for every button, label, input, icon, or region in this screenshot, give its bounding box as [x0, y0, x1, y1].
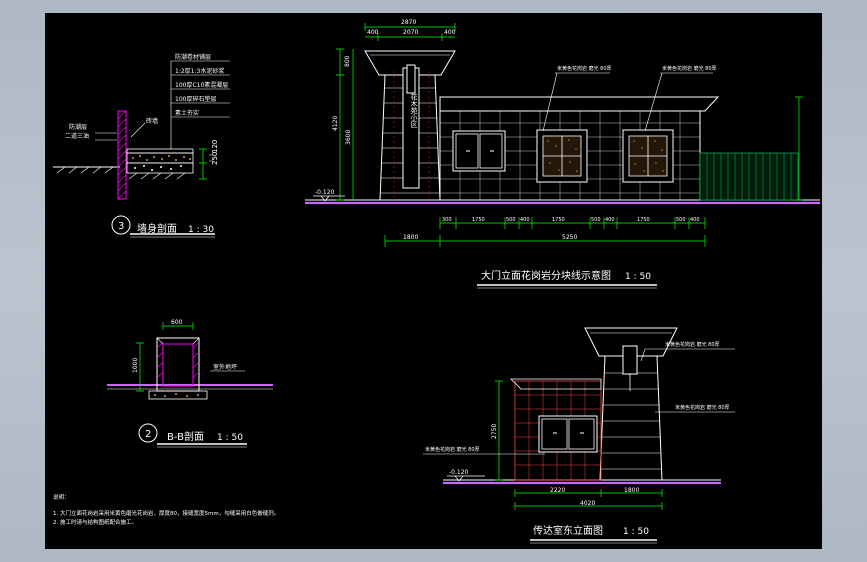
guard-elevation-title: 传达室东立面图 [533, 524, 603, 537]
guard-elevation-drawing [423, 327, 735, 544]
gate-elevation-drawing [305, 23, 820, 289]
gate-bottom-dim: 400 [520, 217, 530, 223]
guard-callout: 米黄色花岗岩 磨光 80厚 [675, 404, 730, 411]
gate-top-dim: 400 [444, 29, 456, 36]
bb-section-number: 2 [145, 429, 151, 440]
gate-dim-total: 5250 [562, 234, 577, 241]
wall-layer-label: 1:2厚1:3水泥砂浆 [175, 67, 224, 75]
guard-level: -0.120 [449, 469, 469, 476]
cad-drawing-canvas: 防潮卷材铺层 1:2厚1:3水泥砂浆 100厚C10素混凝层 100厚碎石垫层 … [45, 13, 822, 549]
bb-label: 室外地坪 [213, 363, 237, 371]
gate-vertical-text: 花木苑小区 [410, 92, 418, 128]
wall-section-scale: 1 : 30 [188, 225, 214, 235]
guard-callout: 米黄色花岗岩 磨光 80厚 [665, 341, 720, 348]
wall-note: 砖墙 [146, 117, 158, 125]
gate-bottom-dim: 400 [605, 217, 615, 223]
gate-level: -0.120 [315, 189, 335, 196]
gate-bottom-dim: 500 [676, 217, 686, 223]
wall-layer-label: 防潮卷材铺层 [175, 53, 211, 61]
guard-callout: 米黄色花岗岩 磨光 80厚 [425, 446, 480, 453]
guard-bottom-dim: 2220 [550, 487, 565, 494]
guard-left-dim: 2750 [491, 424, 498, 439]
gate-elevation-scale: 1 : 50 [625, 272, 651, 282]
gate-top-dim-total: 2870 [401, 19, 416, 26]
bb-top-dim: 600 [171, 319, 183, 326]
gate-bottom-dim: 300 [442, 217, 452, 223]
gate-elevation-title: 大门立面花岗岩分块线示意图 [481, 269, 611, 282]
wall-section-title: 墙身剖面 [137, 222, 177, 235]
wall-layer-label: 100厚碎石垫层 [175, 95, 216, 103]
guard-elevation-scale: 1 : 50 [623, 527, 649, 537]
drawing-sheet: 防潮卷材铺层 1:2厚1:3水泥砂浆 100厚C10素混凝层 100厚碎石垫层 … [53, 19, 820, 544]
notes-line: 1. 大门立面花岗岩采用米黄色磨光花岗岩，厚度80，接缝宽度5mm，勾缝采用白色… [53, 509, 279, 517]
bb-side-dim: 1000 [132, 358, 139, 373]
gate-top-dim: 2070 [403, 29, 418, 36]
gate-dim-1800: 1800 [403, 234, 418, 241]
gate-left-dim: 4120 [332, 116, 339, 131]
bb-section-title: B-B剖面 [167, 430, 204, 443]
guard-bottom-dim: 1800 [624, 487, 639, 494]
wall-left-note: 防潮层 [69, 123, 87, 131]
gate-bottom-dim: 500 [506, 217, 516, 223]
gate-bottom-dim: 500 [591, 217, 601, 223]
gate-left-dim: 800 [344, 55, 351, 67]
gate-bottom-dim: 1750 [552, 217, 565, 223]
wall-left-note: 二道三油 [65, 132, 89, 140]
gate-callout: 米黄色花岗岩 磨光 80厚 [557, 65, 612, 72]
gate-left-dim: 3600 [345, 130, 352, 145]
gate-bottom-dim: 1750 [472, 217, 485, 223]
wall-dim-120: 120 [211, 140, 219, 153]
bb-section-drawing [107, 322, 273, 448]
wall-section-number: 3 [118, 221, 124, 232]
notes-heading: 说明： [53, 493, 70, 501]
gate-bottom-dim: 400 [690, 217, 700, 223]
guard-total-dim: 4020 [580, 500, 595, 507]
wall-layer-label: 100厚C10素混凝层 [175, 81, 228, 89]
gate-callout: 米黄色花岗岩 磨光 80厚 [662, 65, 717, 72]
wall-layer-label: 素土夯实 [175, 109, 199, 117]
gate-top-dim: 400 [367, 29, 379, 36]
gate-bottom-dim: 1750 [637, 217, 650, 223]
bb-section-scale: 1 : 50 [217, 433, 243, 443]
notes-line: 2. 施工时请与结构图纸配合施工。 [53, 518, 137, 526]
